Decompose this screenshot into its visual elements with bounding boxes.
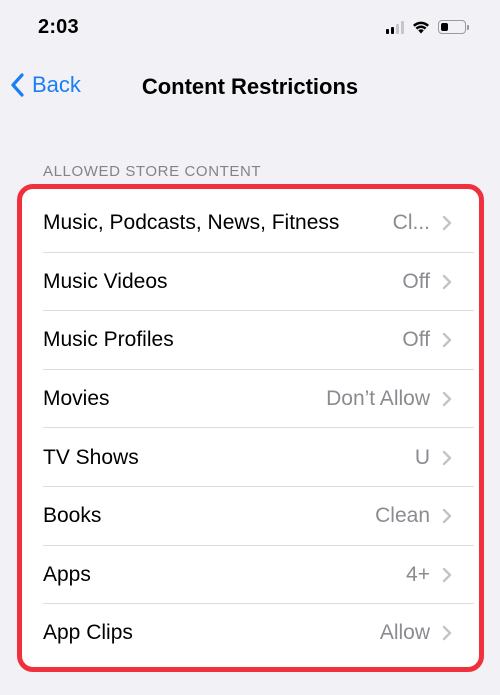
row-value: 4+ xyxy=(406,562,430,586)
row-label: Apps xyxy=(43,562,91,586)
settings-row-music-podcasts-news-fitness[interactable]: Music, Podcasts, News, Fitness Cl... xyxy=(27,194,474,253)
chevron-right-icon xyxy=(442,509,452,524)
battery-icon xyxy=(438,20,469,34)
row-label: Books xyxy=(43,504,102,528)
status-time: 2:03 xyxy=(38,16,79,38)
chevron-right-icon xyxy=(442,391,452,407)
page-title: Content Restrictions xyxy=(141,74,359,99)
settings-row-app-clips[interactable]: App Clips Allow xyxy=(27,604,474,662)
settings-row-books[interactable]: Books Clean xyxy=(27,487,474,546)
row-value: Allow xyxy=(379,621,430,645)
row-label: App Clips xyxy=(43,621,133,645)
status-icons xyxy=(386,20,469,34)
row-label: Music, Podcasts, News, Fitness xyxy=(43,211,340,235)
chevron-right-icon xyxy=(442,567,452,583)
row-value: Clean xyxy=(375,504,430,528)
chevron-right-icon xyxy=(442,274,452,290)
battery-level xyxy=(441,23,448,31)
chevron-right-icon xyxy=(442,626,452,641)
row-value: U xyxy=(414,445,430,469)
settings-list: Music, Podcasts, News, Fitness Cl... Music… xyxy=(27,194,474,662)
settings-row-tv-shows[interactable]: TV Shows U xyxy=(27,428,474,487)
row-label: Music Profiles xyxy=(43,328,174,352)
wifi-icon xyxy=(413,21,429,34)
settings-row-apps[interactable]: Apps 4+ xyxy=(27,546,474,605)
settings-row-movies[interactable]: Movies Don’t Allow xyxy=(27,370,474,429)
chevron-right-icon xyxy=(442,450,452,465)
row-label: TV Shows xyxy=(43,445,139,469)
row-value: Don’t Allow xyxy=(326,387,430,411)
row-value: Cl... xyxy=(392,211,430,235)
chevron-right-icon xyxy=(442,216,452,231)
chevron-right-icon xyxy=(442,333,452,348)
row-value: Off xyxy=(402,328,430,352)
cellular-signal-icon xyxy=(386,20,404,34)
highlighted-settings-group: Music, Podcasts, News, Fitness Cl... Music… xyxy=(17,184,484,672)
row-label: Movies xyxy=(43,387,110,411)
row-label: Music Videos xyxy=(43,269,168,293)
status-bar: 2:03 xyxy=(0,0,500,60)
row-value: Off xyxy=(402,269,430,293)
navigation-bar: Back Content Restrictions xyxy=(0,62,500,114)
settings-row-music-profiles[interactable]: Music Profiles Off xyxy=(27,311,474,370)
section-header: ALLOWED STORE CONTENT xyxy=(43,163,262,180)
settings-row-music-videos[interactable]: Music Videos Off xyxy=(27,253,474,312)
